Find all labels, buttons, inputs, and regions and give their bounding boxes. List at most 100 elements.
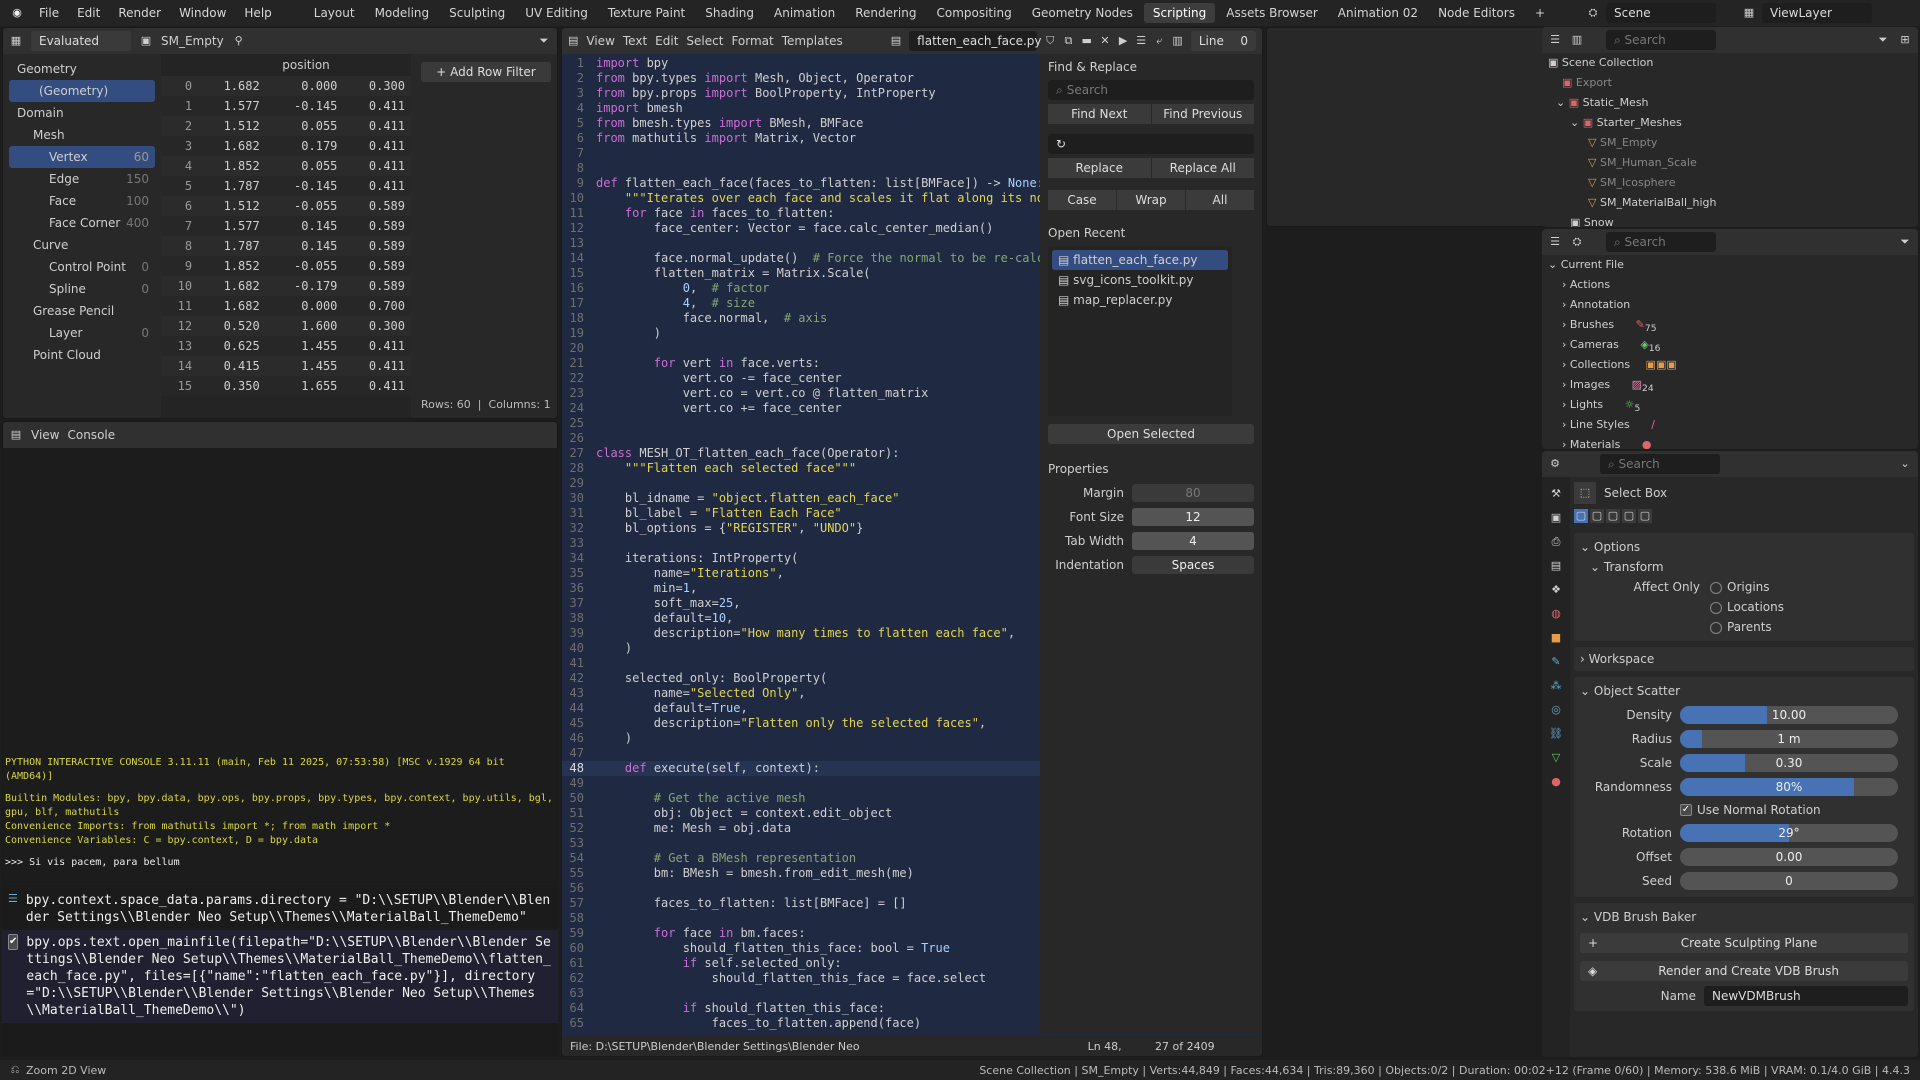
menu-file[interactable]: File — [30, 0, 68, 26]
filter-icon[interactable]: ⏷ — [1876, 33, 1890, 47]
rotation-slider[interactable]: 29° — [1680, 824, 1898, 842]
match-case-toggle[interactable]: Case — [1048, 190, 1116, 210]
tab-animation-02[interactable]: Animation 02 — [1329, 3, 1427, 23]
console-menu-view[interactable]: View — [31, 428, 59, 442]
menu-window[interactable]: Window — [170, 0, 235, 26]
menu-help[interactable]: Help — [235, 0, 280, 26]
randomness-slider[interactable]: 80% — [1680, 778, 1898, 796]
scatter-title[interactable]: ⌄ Object Scatter — [1580, 681, 1908, 703]
tab-texture-paint[interactable]: Texture Paint — [599, 3, 694, 23]
properties-title[interactable]: Properties — [1048, 462, 1254, 476]
scene-field[interactable]: Scene — [1606, 3, 1716, 23]
tab-shading[interactable]: Shading — [696, 3, 763, 23]
open-selected-button[interactable]: Open Selected — [1048, 424, 1254, 444]
datablock-cameras[interactable]: › Cameras ◈16 — [1548, 335, 1918, 355]
datablock-collections[interactable]: › Collections ▣▣▣ — [1548, 355, 1918, 375]
display-mode-icon[interactable]: ⛭ — [1570, 235, 1584, 249]
outliner-editor-icon[interactable]: ☰ — [1548, 235, 1562, 249]
outliner-editor-icon[interactable]: ☰ — [1548, 33, 1562, 47]
tab-geometry-nodes[interactable]: Geometry Nodes — [1023, 3, 1142, 23]
modifier-tab-icon[interactable]: ✎ — [1549, 655, 1563, 669]
tree-edge[interactable]: Edge 150 — [9, 168, 155, 190]
world-tab-icon[interactable]: ◍ — [1549, 607, 1563, 621]
tree-spline[interactable]: Spline 0 — [9, 278, 155, 300]
vdm-title[interactable]: ⌄ VDB Brush Baker — [1580, 907, 1908, 929]
tab-compositing[interactable]: Compositing — [927, 3, 1020, 23]
material-tab-icon[interactable]: ● — [1549, 775, 1563, 789]
tree-curve[interactable]: Curve — [9, 234, 155, 256]
info-entry-directory[interactable]: ☰ bpy.context.space_data.params.director… — [2, 888, 558, 930]
menu-render[interactable]: Render — [109, 0, 170, 26]
fake-user-shield-icon[interactable]: ⛉ — [1045, 34, 1055, 48]
column-header-position[interactable]: position — [161, 54, 411, 76]
console-menu-console[interactable]: Console — [67, 428, 115, 442]
open-folder-icon[interactable]: ▬ — [1081, 34, 1091, 48]
tree-control-point[interactable]: Control Point 0 — [9, 256, 155, 278]
workspace-panel[interactable]: › Workspace — [1574, 647, 1914, 671]
tab-assets-browser[interactable]: Assets Browser — [1217, 3, 1327, 23]
run-script-icon[interactable]: ▶ — [1118, 34, 1128, 48]
tab-layout[interactable]: Layout — [305, 3, 364, 23]
outliner-static-mesh[interactable]: ⌄ ▣ Static_Mesh — [1548, 93, 1918, 113]
physics-tab-icon[interactable]: ◎ — [1549, 703, 1563, 717]
outliner-snow[interactable]: ▣ Snow — [1548, 213, 1918, 227]
particles-tab-icon[interactable]: ⁂ — [1549, 679, 1563, 693]
outliner-scene-collection[interactable]: ▣ Scene Collection — [1548, 53, 1918, 73]
editor-type-icon[interactable]: ▦ — [9, 34, 23, 48]
scale-slider[interactable]: 0.30 — [1680, 754, 1898, 772]
object-tab-icon[interactable]: ■ — [1549, 631, 1563, 645]
datablock-images[interactable]: › Images ▨24 — [1548, 375, 1918, 395]
current-file-item[interactable]: ⌄ Current File — [1548, 255, 1918, 275]
data-tab-icon[interactable]: ▽ — [1549, 751, 1563, 765]
find-replace-title[interactable]: Find & Replace — [1048, 60, 1254, 74]
tree-domain[interactable]: Domain — [9, 102, 155, 124]
outliner-export[interactable]: ▣ Export — [1548, 73, 1918, 93]
outliner-starter-meshes[interactable]: ⌄ ▣ Starter_Meshes — [1548, 113, 1918, 133]
outliner-sm-empty[interactable]: ▽ SM_Empty — [1548, 133, 1918, 153]
mode-set-icon[interactable]: ▢ — [1574, 509, 1588, 523]
properties-editor-icon[interactable]: ⚙ — [1548, 457, 1562, 471]
output-tab-icon[interactable]: ⎙ — [1549, 535, 1563, 549]
offset-slider[interactable]: 0.00 — [1680, 848, 1898, 866]
view-layer-tab-icon[interactable]: ▤ — [1549, 559, 1563, 573]
tab-rendering[interactable]: Rendering — [846, 3, 925, 23]
text-filename-field[interactable]: flatten_each_face.py — [909, 31, 1042, 51]
replace-all-button[interactable]: Replace All — [1151, 158, 1254, 178]
line-numbers-icon[interactable]: ☰ — [1136, 34, 1146, 48]
parents-option[interactable]: Parents — [1580, 617, 1908, 637]
console-prompt-input[interactable]: >>> Si vis pacem, para bellum — [5, 856, 555, 870]
properties-search-input[interactable]: ⌕ Search — [1600, 454, 1720, 474]
replace-input[interactable]: ↻ — [1048, 134, 1254, 154]
brush-name-input[interactable]: NewVDMBrush — [1704, 986, 1908, 1006]
seed-slider[interactable]: 0 — [1680, 872, 1898, 890]
word-wrap-icon[interactable]: ⤶ — [1154, 34, 1164, 48]
blender-logo-icon[interactable]: ◉ — [10, 6, 24, 20]
find-previous-button[interactable]: Find Previous — [1151, 104, 1254, 124]
text-datablock-icon[interactable]: ▤ — [891, 34, 901, 48]
transform-subtitle[interactable]: ⌄ Transform — [1580, 557, 1908, 577]
all-toggle[interactable]: All — [1186, 190, 1254, 210]
menu-format[interactable]: Format — [731, 34, 773, 48]
tab-animation[interactable]: Animation — [765, 3, 844, 23]
radius-slider[interactable]: 1 m — [1680, 730, 1898, 748]
datablock-lights[interactable]: › Lights ☼5 — [1548, 395, 1918, 415]
tree-point-cloud[interactable]: Point Cloud — [9, 344, 155, 366]
constraints-tab-icon[interactable]: ⛓ — [1549, 727, 1563, 741]
render-vdm-button[interactable]: ◈ Render and Create VDB Brush — [1580, 961, 1908, 981]
pin-icon[interactable]: ⚲ — [232, 34, 246, 48]
options-title[interactable]: ⌄ Options — [1580, 537, 1908, 557]
line-goto-field[interactable]: Line 0 — [1190, 31, 1257, 51]
render-tab-icon[interactable]: ▣ — [1549, 511, 1563, 525]
outliner-sm-human-scale[interactable]: ▽ SM_Human_Scale — [1548, 153, 1918, 173]
datablock-annotation[interactable]: › Annotation — [1548, 295, 1918, 315]
tree-geometry[interactable]: Geometry — [9, 58, 155, 80]
tree-mesh[interactable]: Mesh — [9, 124, 155, 146]
datablock-actions[interactable]: › Actions — [1548, 275, 1918, 295]
syntax-highlight-icon[interactable]: ▥ — [1172, 34, 1182, 48]
datablock-materials[interactable]: › Materials ● — [1548, 435, 1918, 449]
use-normal-rotation-row[interactable]: ✓ Use Normal Rotation — [1580, 799, 1908, 821]
outliner-search-input[interactable]: ⌕ Search — [1606, 30, 1716, 50]
chevron-down-icon[interactable]: ⌄ — [1898, 457, 1912, 471]
open-recent-title[interactable]: Open Recent — [1048, 226, 1254, 240]
menu-text[interactable]: Text — [623, 34, 647, 48]
